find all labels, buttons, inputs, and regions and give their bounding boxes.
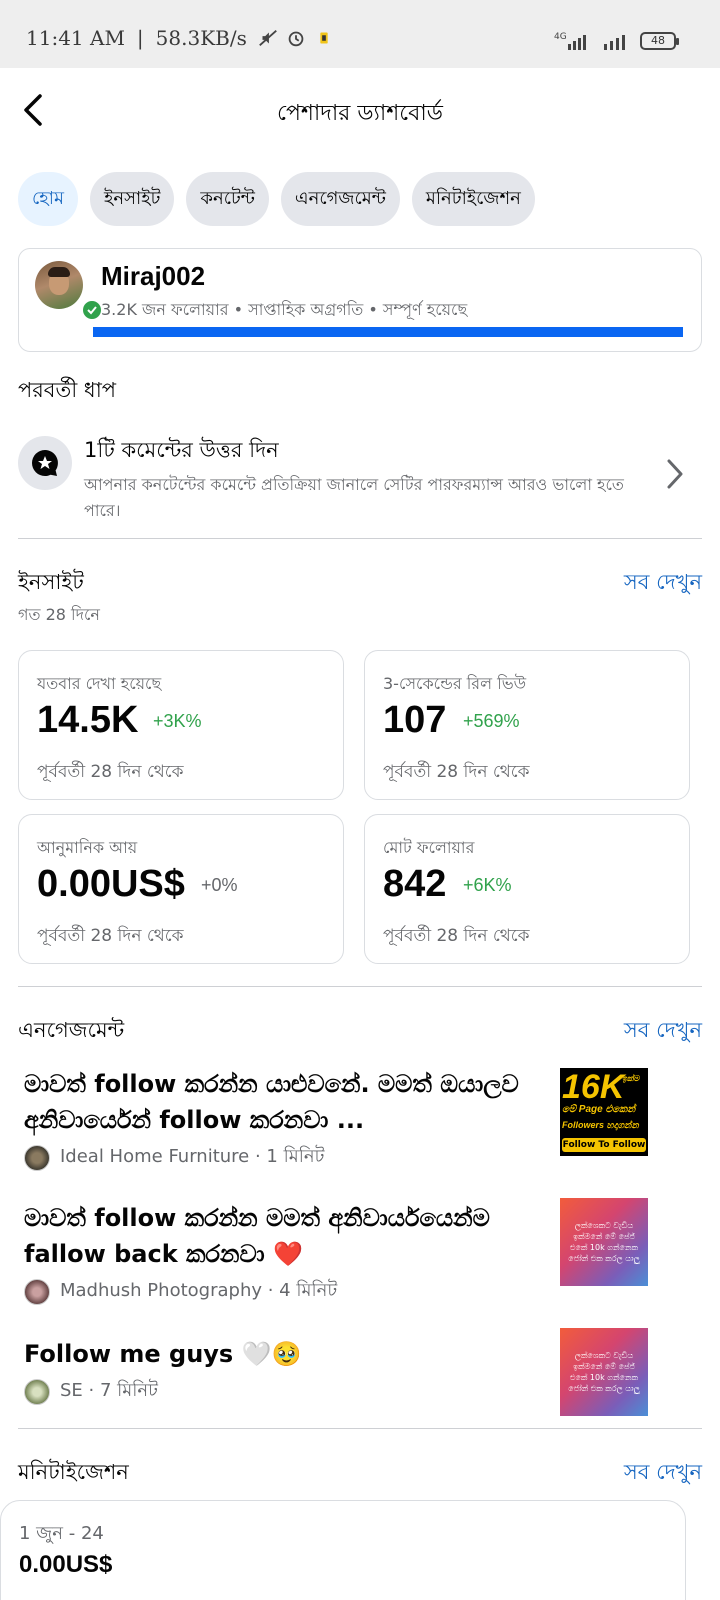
insights-see-all-link[interactable]: সব দেখুন	[624, 566, 702, 601]
thumb-suffix: ඉක්ම	[622, 1074, 640, 1083]
signal-4g-icon: 4G	[554, 32, 586, 50]
network-speed: 58.3KB/s	[155, 26, 247, 50]
engagement-heading: এনগেজমেন্ট	[18, 1018, 125, 1042]
progress-fill	[93, 327, 683, 337]
metric-change: +569%	[463, 711, 520, 731]
metric-value: 842	[383, 863, 447, 905]
profile-name: Miraj002	[101, 261, 206, 291]
divider	[18, 538, 702, 539]
signal-icon	[604, 35, 625, 50]
post-thumbnail[interactable]: ලක්ශෙකට වැඩිය ඉක්මනේ මේ පේජ් එකේ 10k ගන්…	[560, 1198, 648, 1286]
thumb-16k-label: 16K	[562, 1068, 625, 1106]
status-left: 11:41 AM | 58.3KB/s	[26, 26, 335, 50]
next-step-description: আপনার কনটেন্টের কমেন্টে প্রতিক্রিয়া জান…	[84, 475, 624, 520]
metric-card-estimated-earnings[interactable]: আনুমানিক আয় 0.00US$ +0% পূর্ববর্তী 28 দ…	[18, 814, 344, 964]
engagement-see-all-link[interactable]: সব দেখুন	[624, 1014, 702, 1049]
metric-label: 3-সেকেন্ডের রিল ভিউ	[383, 674, 527, 693]
avatar-hair	[48, 267, 70, 277]
post-thumbnail[interactable]: 16K ඉක්ම මේ Page එකෙන් Followers හදාගන්න…	[560, 1068, 648, 1156]
verified-check-icon	[81, 299, 103, 321]
metric-card-views[interactable]: যতবার দেখা হয়েছে 14.5K +3K% পূর্ববর্তী …	[18, 650, 344, 800]
monetization-date-range: 1 জুন - 24	[19, 1523, 104, 1544]
metric-change: +3K%	[153, 711, 202, 731]
post-text: Follow me guys 🤍🥹	[24, 1340, 302, 1368]
post-text: මාවත් follow කරන්න මමත් අනිවාර්යයෙන්ම fa…	[24, 1204, 490, 1268]
metric-footer: পূর্ববর্তী 28 দিন থেকে	[383, 762, 530, 782]
post-text: මාවත් follow කරන්න යාළුවනේ. මමත් ඔයාලව අ…	[24, 1070, 519, 1134]
weekly-progress-bar	[93, 327, 683, 337]
thumb-line1: මේ Page එකෙන්	[562, 1104, 636, 1115]
mute-icon	[258, 29, 277, 47]
tab-content[interactable]: কনটেন্ট	[186, 172, 269, 226]
divider	[18, 1428, 702, 1429]
tab-bar: হোম ইনসাইট কনটেন্ট এনগেজমেন্ট মনিটাইজেশন	[18, 172, 535, 226]
metric-label: আনুমানিক আয়	[37, 838, 138, 857]
chevron-right-icon[interactable]	[664, 456, 686, 492]
metric-value: 0.00US$	[37, 863, 185, 905]
notification-icon	[320, 32, 328, 44]
thumb-text: ලක්ශෙකට වැඩිය ඉක්මනේ මේ පේජ් එකේ 10k ගන්…	[568, 1221, 640, 1263]
tab-insights[interactable]: ইনসাইট	[89, 172, 175, 226]
avatar	[35, 261, 103, 321]
next-step-title: 1টি কমেন্টের উত্তর দিন	[84, 438, 279, 462]
monetization-see-all-link[interactable]: সব দেখুন	[624, 1456, 702, 1491]
post-author: SE · 7 মিনিট	[60, 1380, 158, 1401]
metric-change: +6K%	[463, 875, 512, 895]
status-time: 11:41 AM	[26, 26, 125, 50]
thumb-button: Follow To Follow	[562, 1138, 646, 1152]
metric-footer: পূর্ববর্তী 28 দিন থেকে	[383, 926, 530, 946]
metric-card-reel-views[interactable]: 3-সেকেন্ডের রিল ভিউ 107 +569% পূর্ববর্তী…	[364, 650, 690, 800]
page-title: পেশাদার ড্যাশবোর্ড	[277, 101, 443, 126]
tab-engagement[interactable]: এনগেজমেন্ট	[280, 172, 400, 226]
profile-card[interactable]: Miraj002 3.2K জন ফলোয়ার • সাপ্তাহিক অগ্…	[18, 248, 702, 352]
author-avatar	[24, 1378, 50, 1405]
monetization-heading: মনিটাইজেশন	[18, 1460, 129, 1484]
metric-label: যতবার দেখা হয়েছে	[37, 674, 162, 693]
divider	[18, 986, 702, 987]
metric-footer: পূর্ববর্তী 28 দিন থেকে	[37, 762, 184, 782]
app-header: পেশাদার ড্যাশবোর্ড	[0, 68, 720, 152]
monetization-card[interactable]: 1 জুন - 24 0.00US$	[0, 1500, 686, 1600]
tab-home[interactable]: হোম	[18, 172, 78, 226]
monetization-value: 0.00US$	[19, 1551, 113, 1578]
thumb-text: ලක්ශෙකට වැඩිය ඉක්මනේ මේ පේජ් එකේ 10k ගන්…	[568, 1351, 640, 1393]
insights-heading: ইনসাইট	[18, 570, 84, 594]
thumb-line2: Followers හදාගන්න	[562, 1120, 639, 1130]
metric-change: +0%	[201, 875, 238, 895]
status-right: 4G 48	[554, 30, 679, 52]
status-bar: 11:41 AM | 58.3KB/s 4G 48	[0, 0, 720, 68]
insights-period: গত 28 দিনে	[18, 605, 100, 624]
author-avatar	[24, 1144, 50, 1171]
metric-footer: পূর্ববর্তী 28 দিন থেকে	[37, 926, 184, 946]
post-thumbnail[interactable]: ලක්ශෙකට වැඩිය ඉක්මනේ මේ පේජ් එකේ 10k ගන්…	[560, 1328, 648, 1416]
post-author: Madhush Photography · 4 মিনিট	[60, 1280, 338, 1301]
metric-label: মোট ফলোয়ার	[383, 838, 475, 857]
next-step-item[interactable]: 1টি কমেন্টের উত্তর দিন আপনার কনটেন্টের ক…	[18, 430, 702, 530]
status-separator: |	[136, 26, 144, 50]
comment-star-icon	[18, 436, 72, 490]
battery-icon: 48	[640, 32, 679, 50]
alarm-icon	[288, 31, 304, 47]
post-author: Ideal Home Furniture · 1 মিনিট	[60, 1146, 325, 1167]
author-avatar	[24, 1278, 50, 1305]
next-step-heading: পরবর্তী ধাপ	[18, 378, 117, 402]
tab-monetization[interactable]: মনিটাইজেশন	[411, 172, 535, 226]
metric-value: 107	[383, 699, 447, 741]
metric-value: 14.5K	[37, 699, 139, 741]
metric-card-total-followers[interactable]: মোট ফলোয়ার 842 +6K% পূর্ববর্তী 28 দিন থ…	[364, 814, 690, 964]
profile-subtitle: 3.2K জন ফলোয়ার • সাপ্তাহিক অগ্রগতি • সম…	[101, 300, 468, 319]
battery-level: 48	[651, 34, 665, 47]
network-type: 4G	[554, 32, 567, 42]
